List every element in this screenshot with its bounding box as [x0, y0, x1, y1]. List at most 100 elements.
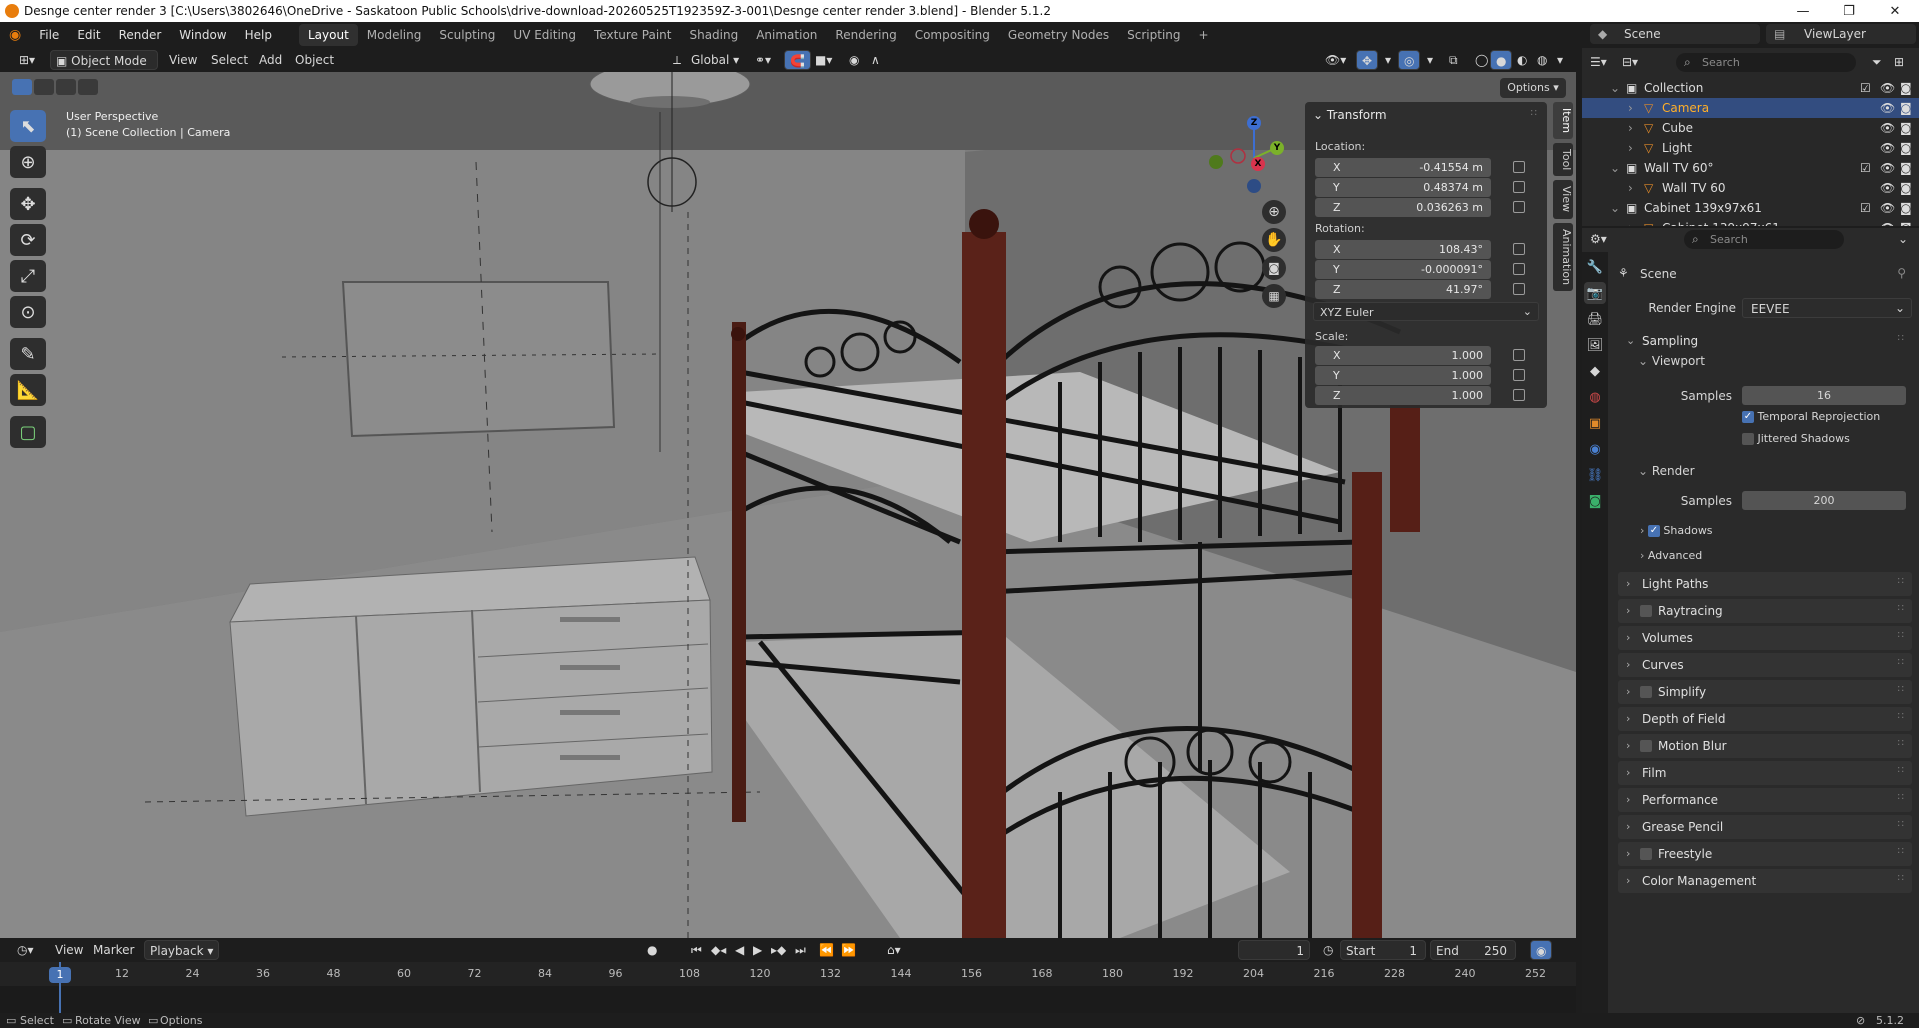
outliner-row[interactable]: ⌄ ▣ Collection ☑ 👁 ◙ — [1582, 78, 1919, 98]
chevron-down-icon[interactable]: ⌄ — [1898, 232, 1908, 246]
transform-header[interactable]: ⌄ Transform — [1313, 108, 1387, 122]
scale-x-field[interactable]: X 1.000 — [1315, 346, 1491, 365]
tab-animation-side[interactable]: Animation — [1553, 222, 1573, 291]
navigation-gizmo[interactable]: Z Y X — [1206, 110, 1296, 200]
eye-icon[interactable]: 👁 — [1880, 161, 1895, 175]
scene-selector[interactable]: ◆ Scene — [1590, 24, 1760, 44]
render-camera-icon[interactable]: ◙ — [1900, 141, 1912, 155]
orientation-icon[interactable]: ⟂ — [668, 50, 686, 70]
tool-tab-icon[interactable]: 🔧 — [1584, 256, 1606, 278]
next-keyframe-icon[interactable]: ▸◆ — [766, 940, 791, 960]
chevron-down-icon[interactable]: ⌄ — [1610, 201, 1620, 215]
rendered-shading-icon[interactable]: ◍ — [1532, 50, 1552, 70]
render-camera-icon[interactable]: ◙ — [1900, 101, 1912, 115]
current-frame-field[interactable]: 1 — [1238, 940, 1310, 960]
mode-selector[interactable]: ▣ Object Mode ▾ — [50, 50, 158, 88]
world-tab-icon[interactable]: ◍ — [1584, 386, 1606, 408]
lock-icon[interactable] — [1513, 263, 1525, 275]
options-dropdown[interactable]: Options ▾ — [1500, 78, 1566, 98]
eye-icon[interactable]: 👁 — [1880, 121, 1895, 135]
location-z-field[interactable]: Z 0.036263 m — [1315, 198, 1491, 217]
start-frame-field[interactable]: Start 1 — [1340, 940, 1426, 960]
panel-header-film[interactable]: › Film ∷ — [1618, 761, 1912, 785]
chevron-right-icon[interactable]: › — [1628, 221, 1633, 226]
pin-icon[interactable]: ⚲ — [1897, 266, 1906, 280]
new-collection-icon[interactable]: ⊞ — [1894, 55, 1904, 69]
location-y-field[interactable]: Y 0.48374 m — [1315, 178, 1491, 197]
chevron-right-icon[interactable]: › — [1628, 121, 1633, 135]
tab-shading[interactable]: Shading — [680, 24, 747, 46]
exclude-checkbox-icon[interactable]: ☑ — [1860, 201, 1871, 215]
eye-icon[interactable]: 👁 — [1880, 101, 1895, 115]
tab-scripting[interactable]: Scripting — [1118, 24, 1189, 46]
pivot-icon[interactable]: ⚭▾ — [750, 50, 776, 70]
constraints-tab-icon[interactable]: ⛓ — [1584, 464, 1606, 486]
ortho-grid-icon[interactable]: ▦ — [1262, 284, 1286, 308]
chevron-right-icon[interactable]: › — [1628, 101, 1633, 115]
play-icon[interactable]: ▶ — [748, 940, 767, 960]
minimize-icon[interactable]: — — [1780, 0, 1826, 22]
tab-sculpting[interactable]: Sculpting — [430, 24, 504, 46]
measure-tool[interactable]: 📐 — [10, 374, 46, 406]
outliner-row[interactable]: ⌄ ▣ Wall TV 60° ☑ 👁 ◙ — [1582, 158, 1919, 178]
menu-file[interactable]: File — [30, 24, 68, 46]
pan-hand-icon[interactable]: ✋ — [1262, 228, 1286, 252]
playback-dropdown[interactable]: Playback ▾ — [144, 940, 220, 960]
panel-header-light-paths[interactable]: › Light Paths ∷ — [1618, 572, 1912, 596]
checkbox-checked-icon[interactable]: ✓ — [1742, 411, 1754, 423]
orientation-selector[interactable]: Global ▾ — [686, 50, 744, 70]
tab-geometry-nodes[interactable]: Geometry Nodes — [999, 24, 1118, 46]
tab-modeling[interactable]: Modeling — [358, 24, 431, 46]
menu-edit[interactable]: Edit — [68, 24, 109, 46]
rotation-x-field[interactable]: X 108.43° — [1315, 240, 1491, 259]
rotation-y-field[interactable]: Y -0.000091° — [1315, 260, 1491, 279]
blender-menu-icon[interactable]: ◉ — [0, 24, 30, 46]
outliner-row[interactable]: › ▽ Camera 👁 ◙ — [1582, 98, 1919, 118]
lock-icon[interactable] — [1513, 181, 1525, 193]
gizmo-toggle-icon[interactable]: ✥ — [1356, 50, 1379, 70]
gizmo-dropdown-icon[interactable]: ▾ — [1380, 50, 1396, 70]
panel-header-raytracing[interactable]: › Raytracing ∷ — [1618, 599, 1912, 623]
checkbox-icon[interactable] — [1742, 433, 1754, 445]
overlays-dropdown-icon[interactable]: ▾ — [1422, 50, 1438, 70]
viewport-subpanel-header[interactable]: ⌄ Viewport — [1638, 354, 1705, 368]
menu-view[interactable]: View — [164, 50, 202, 70]
annotate-tool[interactable]: ✎ — [10, 338, 46, 370]
chevron-down-icon[interactable]: ⌄ — [1610, 161, 1620, 175]
falloff-icon[interactable]: ∧ — [866, 50, 885, 70]
auto-keying-icon[interactable]: ● — [642, 940, 662, 960]
xray-icon[interactable]: ⧉ — [1444, 50, 1463, 70]
render-camera-icon[interactable]: ◙ — [1900, 181, 1912, 195]
tab-uv-editing[interactable]: UV Editing — [504, 24, 585, 46]
panel-header-simplify[interactable]: › Simplify ∷ — [1618, 680, 1912, 704]
eye-icon[interactable]: 👁 — [1880, 81, 1895, 95]
sampling-panel-header[interactable]: ⌄ Sampling ∷ — [1618, 329, 1912, 353]
lock-icon[interactable] — [1513, 283, 1525, 295]
menu-select[interactable]: Select — [206, 50, 253, 70]
menu-render[interactable]: Render — [110, 24, 171, 46]
jump-start-icon[interactable]: ⏮ — [686, 940, 707, 960]
maximize-icon[interactable]: ❐ — [1826, 0, 1872, 22]
drag-handle-icon[interactable]: ∷ — [1531, 108, 1537, 119]
add-workspace-icon[interactable]: + — [1190, 24, 1218, 46]
move-tool[interactable]: ✥ — [10, 188, 46, 220]
outliner-row[interactable]: › ▽ Cabinet 139x97x61 👁 ◙ — [1582, 218, 1919, 226]
physics-tab-icon[interactable]: ◉ — [1584, 438, 1606, 460]
cursor-tool[interactable]: ⊕ — [10, 146, 46, 178]
render-subpanel-header[interactable]: ⌄ Render — [1638, 464, 1695, 478]
gizmo-x-axis[interactable]: X — [1251, 157, 1265, 171]
editor-type-icon[interactable]: ⊞▾ — [14, 50, 40, 70]
material-shading-icon[interactable]: ◐ — [1512, 50, 1532, 70]
menu-help[interactable]: Help — [236, 24, 281, 46]
scale-y-field[interactable]: Y 1.000 — [1315, 366, 1491, 385]
next-marker-icon[interactable]: ⏩ — [836, 940, 861, 960]
lock-icon[interactable] — [1513, 389, 1525, 401]
visibility-icon[interactable]: 👁▾ — [1320, 50, 1351, 70]
snap-target-icon[interactable]: ■▾ — [810, 50, 837, 70]
tab-tool[interactable]: Tool — [1553, 143, 1573, 177]
checkbox-checked-icon[interactable]: ✓ — [1647, 525, 1660, 537]
timeline-editor-icon[interactable]: ◷▾ — [12, 940, 39, 960]
frame-ruler[interactable]: 1 12 24 36 48 60 72 84 96 108 120 132 144 156 168 180 19… — [0, 962, 1576, 986]
location-x-field[interactable]: X -0.41554 m — [1315, 158, 1491, 177]
data-tab-icon[interactable]: ◙ — [1584, 490, 1606, 512]
